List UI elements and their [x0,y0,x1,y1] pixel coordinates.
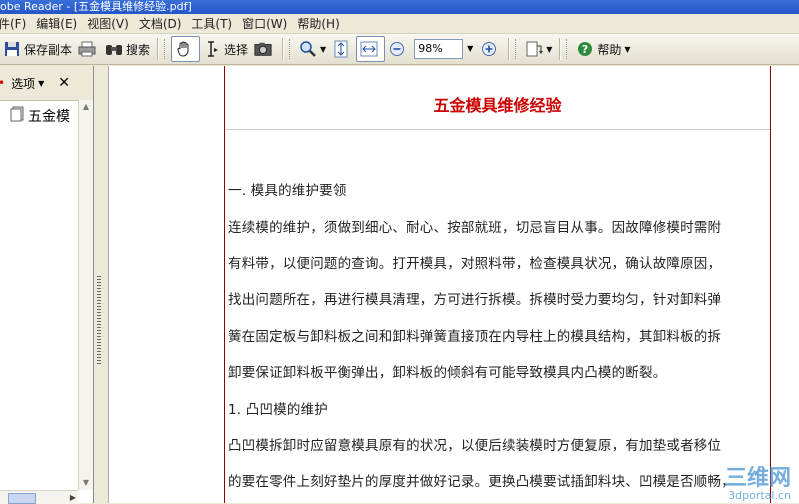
main-toolbar: 保存副本 搜索 选择 ▼ 98% ▼ ▼ ? 帮助 ▼ [0,34,799,65]
help-label: 帮助 [597,42,622,57]
toolbar-grip[interactable] [566,39,570,59]
menu-file[interactable]: 件(F) [0,15,36,32]
scroll-up-arrow[interactable]: ▲ [79,100,93,114]
watermark-logo: 三维网 3dportal.cn [724,466,791,502]
save-copy-button[interactable]: 保存副本 [0,37,75,61]
page-icon [10,106,24,126]
toolbar-grip[interactable] [515,39,519,59]
bookmarks-panel-header: • 选项 ▼ ✕ [0,66,93,101]
chevron-down-icon[interactable]: ▼ [624,45,630,54]
toolbar-separator [559,38,561,60]
menu-edit[interactable]: 编辑(E) [36,15,87,32]
fit-width-button[interactable] [356,36,386,62]
camera-icon [254,40,272,58]
binoculars-icon [105,40,123,58]
zoom-in-button[interactable] [477,37,504,61]
menu-window[interactable]: 窗口(W) [242,15,297,32]
window-title: obe Reader - [五金模具维修经验.pdf] [0,0,192,13]
panel-splitter[interactable] [94,66,109,503]
chevron-down-icon[interactable]: ▼ [320,45,326,54]
window-title-bar: obe Reader - [五金模具维修经验.pdf] [0,0,799,14]
svg-text:?: ? [582,43,588,56]
chevron-down-icon[interactable]: ▼ [464,40,476,58]
splitter-grip[interactable] [97,276,101,366]
text-line: 有料带，以便问题的查询。打开模具，对照料带，检查模具状况，确认故障原因， [228,256,722,272]
title-divider [225,129,770,130]
select-tool-button[interactable]: 选择 [200,37,251,61]
zoom-level-field[interactable]: 98% ▼ [414,39,473,59]
watermark-main: 三维网 [724,466,791,491]
magnifier-icon [299,40,317,58]
menu-tools[interactable]: 工具(T) [191,15,242,32]
zoom-tool-button[interactable]: ▼ [296,37,329,61]
floppy-disk-icon [3,40,21,58]
zoom-level-value: 98% [418,42,443,55]
document-view[interactable]: 五金模具维修经验 一. 模具的维护要领 连续模的维护，须做到细心、耐心、按部就班… [109,66,799,503]
toolbar-separator [282,38,284,60]
print-button[interactable] [75,37,102,61]
zoom-out-icon [388,40,406,58]
pdf-page: 五金模具维修经验 一. 模具的维护要领 连续模的维护，须做到细心、耐心、按部就班… [224,66,771,503]
menu-bar: 件(F) 编辑(E) 视图(V) 文档(D) 工具(T) 窗口(W) 帮助(H) [0,14,799,34]
menu-help[interactable]: 帮助(H) [297,15,349,32]
bookmarks-vertical-scrollbar[interactable]: ▲ ▼ [78,100,93,490]
text-line: 1. 凸凹模的维护 [228,402,328,418]
search-button[interactable]: 搜索 [102,37,153,61]
chevron-down-icon[interactable]: ▼ [38,79,44,88]
hand-tool-button[interactable] [171,36,201,62]
search-label: 搜索 [126,42,151,57]
text-line: 凸凹模拆卸时应留意模具原有的状况，以便后续装模时方便复原，有加垫或者移位 [228,438,722,454]
text-line: 找出问题所在，再进行模具清理，方可进行拆模。拆模时受力要均匀，针对卸料弹 [228,292,722,308]
printer-icon [78,40,96,58]
close-icon[interactable]: ✕ [58,75,70,91]
scroll-thumb[interactable] [8,493,36,504]
page-rotate-icon [525,40,544,58]
scroll-down-arrow[interactable]: ▼ [79,476,93,490]
text-line: 卸要保证卸料板平衡弹出，卸料板的倾斜有可能导致模具内凸模的断裂。 [228,365,667,381]
text-line: 一. 模具的维护要领 [228,183,347,199]
toolbar-separator [157,38,159,60]
toolbar-grip[interactable] [289,39,293,59]
watermark-sub: 3dportal.cn [728,489,791,502]
help-button[interactable]: ? 帮助 ▼ [573,37,633,61]
select-label: 选择 [224,42,249,57]
menu-document[interactable]: 文档(D) [139,15,192,32]
toolbar-grip[interactable] [164,39,168,59]
menu-view[interactable]: 视图(V) [87,15,139,32]
fit-page-icon [332,40,350,58]
hand-icon [175,40,193,58]
options-menu[interactable]: 选项 [11,75,35,92]
text-line: 簧在固定板与卸料板之间和卸料弹簧直接顶在内导柱上的模具结构，其卸料板的拆 [228,329,722,345]
fit-page-button[interactable] [329,37,356,61]
toolbar-separator [508,38,510,60]
text-cursor-icon [203,40,221,58]
save-copy-label: 保存副本 [24,42,73,57]
snapshot-button[interactable] [251,37,278,61]
scroll-right-arrow[interactable]: ▶ [70,491,76,504]
help-icon: ? [576,40,594,58]
text-line: 的要在零件上刻好垫片的厚度并做好记录。更换凸模要试插卸料块、凹模是否顺畅， [228,474,735,490]
bookmark-label: 五金模 [28,109,70,125]
options-icon: • [0,76,5,90]
text-line: 连续模的维护，须做到细心、耐心、按部就班，切忌盲目从事。因故障修模时需附 [228,220,722,236]
chevron-down-icon[interactable]: ▼ [546,45,552,54]
rotate-view-button[interactable]: ▼ [522,37,555,61]
zoom-in-icon [480,40,498,58]
bookmarks-horizontal-scrollbar[interactable]: ▶ [0,490,78,504]
document-title: 五金模具维修经验 [433,96,562,115]
fit-width-icon [360,40,378,58]
zoom-out-button[interactable] [385,37,412,61]
